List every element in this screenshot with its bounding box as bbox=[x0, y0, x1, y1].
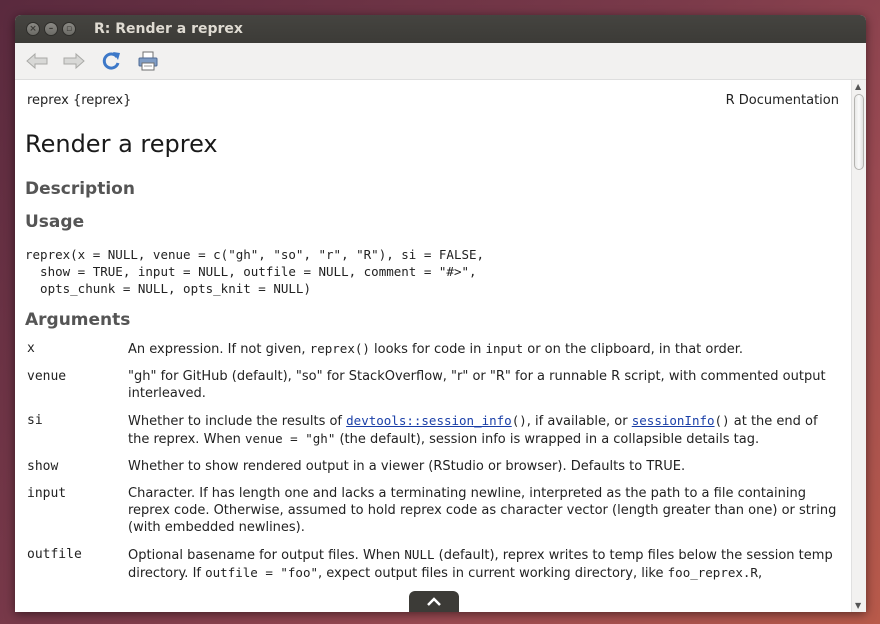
arg-name: venue bbox=[27, 369, 67, 384]
vertical-scrollbar[interactable]: ▲ ▼ bbox=[851, 80, 866, 612]
arg-row-venue: venue "gh" for GitHub (default), "so" fo… bbox=[25, 368, 843, 412]
help-window: × – ▫ R: Render a reprex reprex {reprex}… bbox=[15, 15, 866, 612]
arg-description: Character. If has length one and lacks a… bbox=[128, 486, 837, 535]
doc-header-line: reprex {reprex} R Documentation bbox=[25, 93, 841, 108]
arg-name: outfile bbox=[27, 547, 82, 562]
reload-icon bbox=[102, 52, 120, 70]
arg-name: show bbox=[27, 459, 59, 474]
session-info-link[interactable]: devtools::session_info bbox=[346, 413, 512, 429]
arg-description: Whether to show rendered output in a vie… bbox=[128, 459, 686, 474]
back-button[interactable] bbox=[24, 48, 50, 74]
usage-heading: Usage bbox=[25, 212, 85, 232]
arg-description: Optional basename for output files. When… bbox=[128, 547, 833, 581]
scroll-down-arrow-icon[interactable]: ▼ bbox=[855, 601, 861, 610]
scrollbar-thumb[interactable] bbox=[854, 94, 864, 170]
print-icon bbox=[138, 51, 158, 71]
reload-button[interactable] bbox=[98, 48, 124, 74]
arg-description: "gh" for GitHub (default), "so" for Stac… bbox=[128, 369, 826, 401]
arg-row-x: x An expression. If not given, reprex() … bbox=[25, 340, 843, 368]
doc-label: R Documentation bbox=[725, 93, 839, 108]
arg-description: An expression. If not given, reprex() lo… bbox=[128, 341, 744, 357]
maximize-window-button[interactable]: ▫ bbox=[62, 22, 76, 36]
toolbar bbox=[15, 43, 866, 80]
chevron-up-icon bbox=[427, 596, 441, 606]
arg-name: x bbox=[27, 341, 35, 356]
arguments-table: x An expression. If not given, reprex() … bbox=[25, 340, 843, 592]
arg-row-show: show Whether to show rendered output in … bbox=[25, 458, 843, 485]
minimize-icon: – bbox=[48, 24, 54, 34]
back-arrow-icon bbox=[26, 52, 48, 70]
arg-description: Whether to include the results of devtoo… bbox=[128, 413, 818, 447]
title-bar: × – ▫ R: Render a reprex bbox=[15, 15, 866, 43]
arg-row-input: input Character. If has length one and l… bbox=[25, 485, 843, 546]
print-button[interactable] bbox=[135, 48, 161, 74]
arguments-heading: Arguments bbox=[25, 310, 131, 330]
window-title: R: Render a reprex bbox=[94, 21, 243, 37]
forward-arrow-icon bbox=[63, 52, 85, 70]
close-window-button[interactable]: × bbox=[26, 22, 40, 36]
scroll-up-arrow-icon[interactable]: ▲ bbox=[855, 82, 861, 91]
forward-button[interactable] bbox=[61, 48, 87, 74]
arg-row-outfile: outfile Optional basename for output fil… bbox=[25, 546, 843, 592]
package-label: reprex {reprex} bbox=[27, 93, 132, 108]
arg-name: input bbox=[27, 486, 67, 501]
usage-code: reprex(x = NULL, venue = c("gh", "so", "… bbox=[25, 247, 485, 296]
window-controls: × – ▫ bbox=[26, 22, 80, 36]
scroll-to-top-button[interactable] bbox=[409, 591, 459, 612]
arg-name: si bbox=[27, 413, 43, 428]
page-title: Render a reprex bbox=[25, 130, 218, 158]
maximize-icon: ▫ bbox=[65, 24, 73, 34]
sessioninfo-link[interactable]: sessionInfo bbox=[632, 413, 715, 429]
help-content[interactable]: reprex {reprex} R Documentation Render a… bbox=[15, 80, 851, 612]
minimize-window-button[interactable]: – bbox=[44, 22, 58, 36]
arg-row-si: si Whether to include the results of dev… bbox=[25, 412, 843, 458]
close-icon: × bbox=[29, 24, 37, 34]
description-heading: Description bbox=[25, 179, 135, 199]
